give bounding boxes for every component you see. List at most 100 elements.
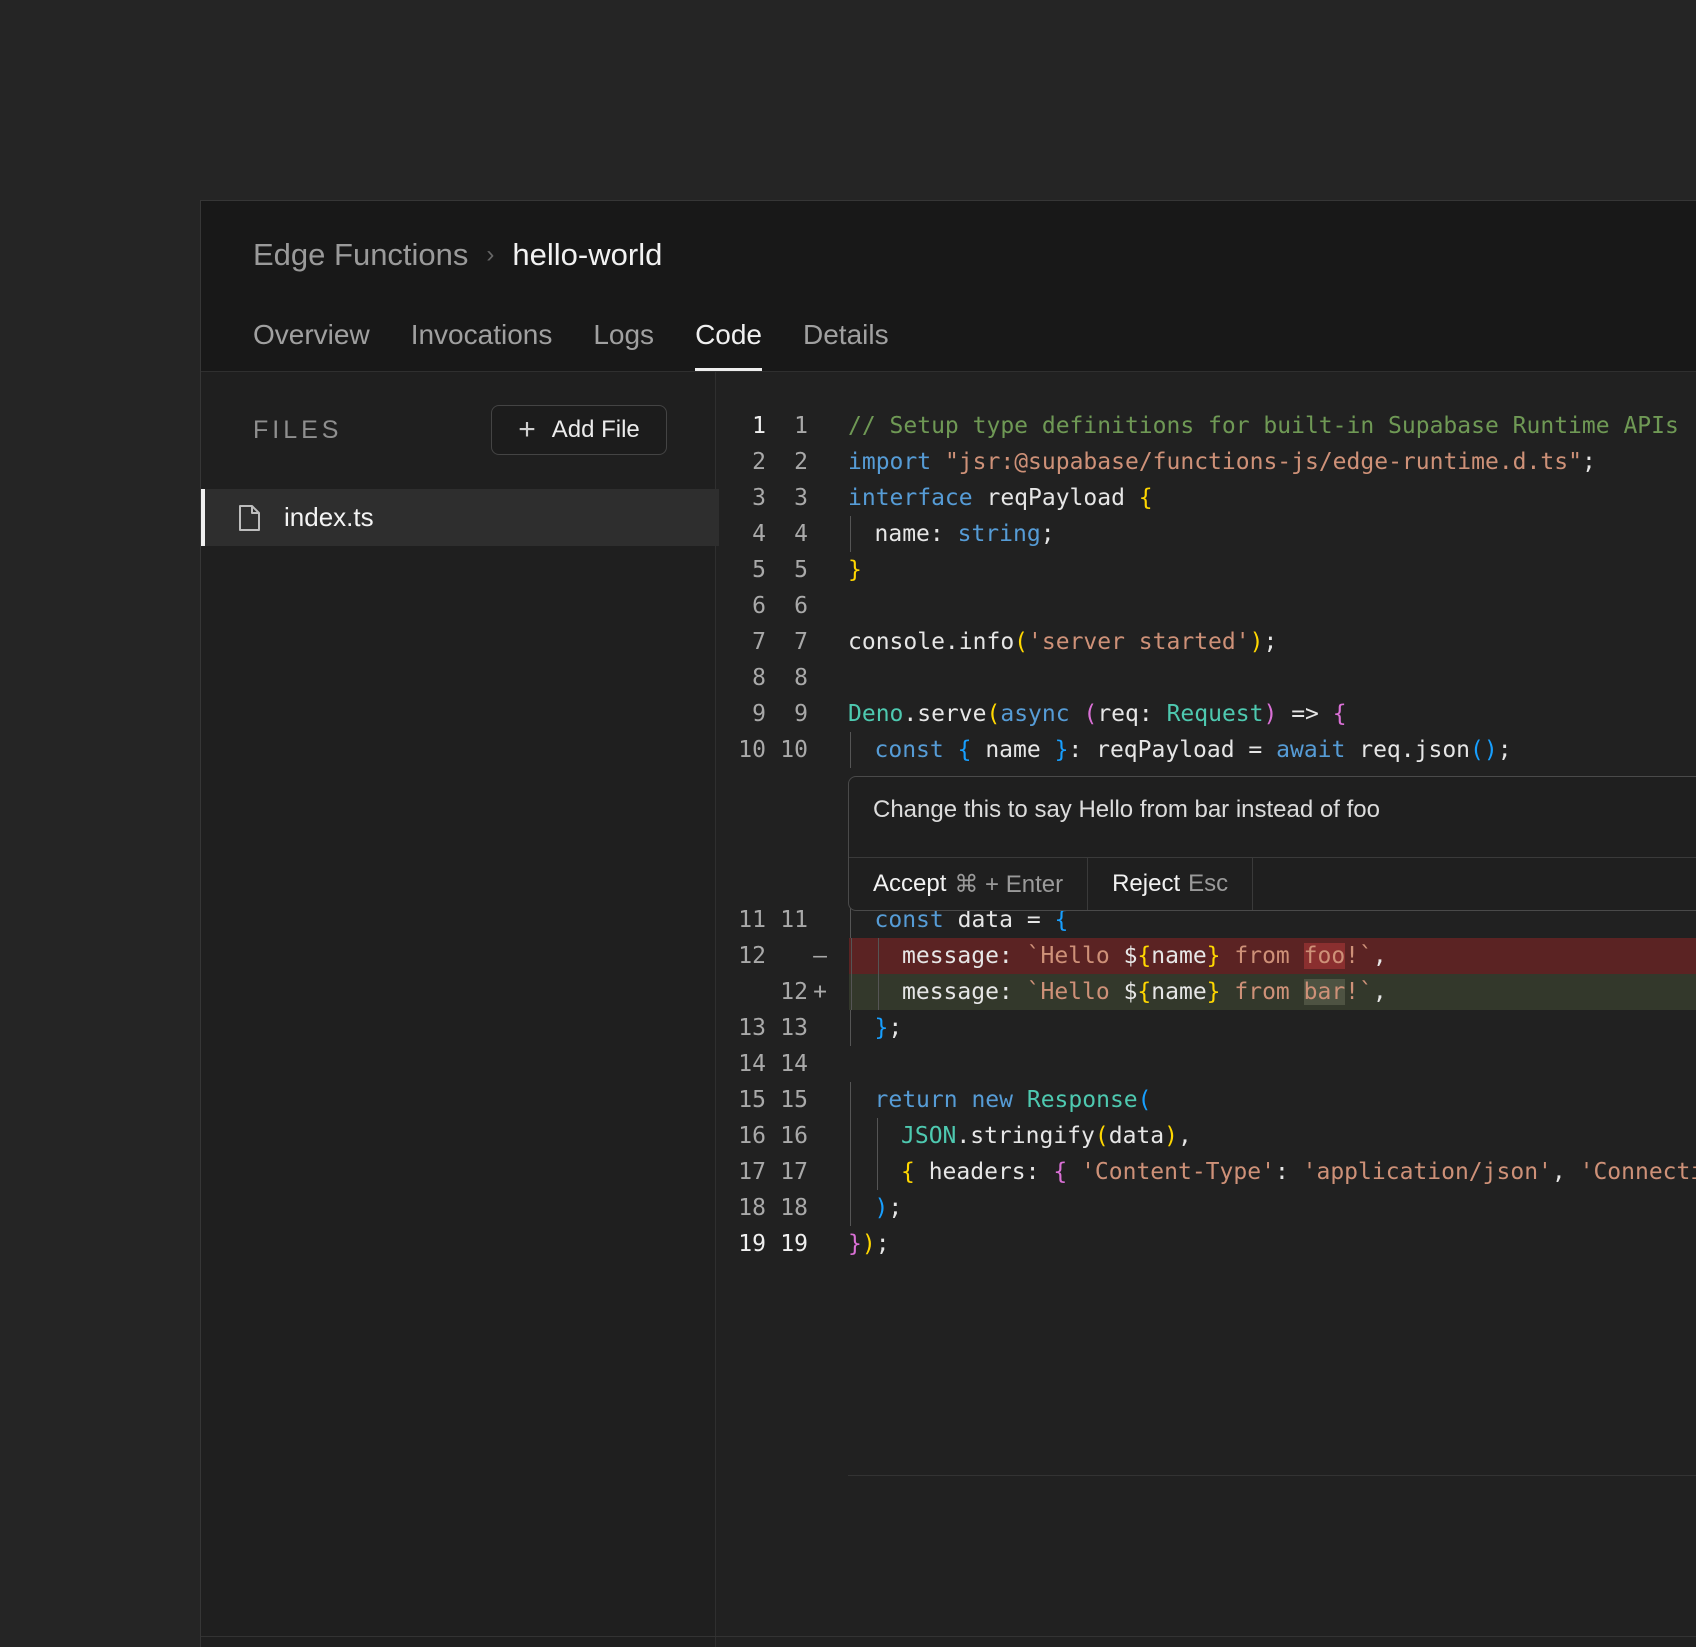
code-token: async bbox=[1000, 701, 1070, 727]
code-line[interactable]: 1 1 // Setup type definitions for built-in… bbox=[716, 408, 1696, 444]
code-token: } bbox=[1206, 979, 1221, 1005]
code-token: 'server started' bbox=[1028, 629, 1250, 655]
status-bar bbox=[201, 1636, 1696, 1647]
code-token: // Setup type definitions for built-in S… bbox=[848, 413, 1679, 439]
code-token: ; bbox=[888, 1015, 903, 1041]
code-line[interactable]: 10 10 const { name }: reqPayload = await r… bbox=[716, 732, 1696, 768]
code-token: Deno bbox=[848, 701, 904, 727]
code-token: ; bbox=[1040, 521, 1055, 547]
code-text: // Setup type definitions for built-in S… bbox=[848, 408, 1696, 444]
breadcrumb: Edge Functions › hello-world bbox=[253, 237, 662, 273]
indent-guide bbox=[877, 938, 879, 974]
ai-prompt-box: Change this to say Hello from bar instea… bbox=[848, 776, 1696, 911]
code-line[interactable]: 17 17 { headers: { 'Content-Type': 'applic… bbox=[716, 1154, 1696, 1190]
breadcrumb-parent-link[interactable]: Edge Functions bbox=[253, 237, 468, 273]
indent-guide bbox=[850, 1190, 851, 1226]
code-text: Deno.serve(async (req: Request) => { bbox=[848, 696, 1696, 732]
old-line-number: 2 bbox=[752, 449, 766, 475]
file-icon bbox=[239, 504, 260, 531]
code-token: await bbox=[1276, 737, 1346, 763]
code-text: }); bbox=[848, 1226, 1696, 1262]
code-token: 'Connection' bbox=[1579, 1159, 1696, 1185]
code-token: { bbox=[1332, 701, 1347, 727]
code-token: const bbox=[874, 737, 944, 763]
code-token: { bbox=[901, 1159, 915, 1185]
code-line[interactable]: 14 14 bbox=[716, 1046, 1696, 1082]
code-token: ; bbox=[1263, 629, 1278, 655]
reject-label: Reject bbox=[1112, 870, 1181, 897]
code-token: , bbox=[1551, 1159, 1580, 1185]
code-line[interactable]: 19 19}); bbox=[716, 1226, 1696, 1262]
code-text: interface reqPayload { bbox=[848, 480, 1696, 516]
tab-details[interactable]: Details bbox=[803, 307, 889, 371]
new-line-number: 13 bbox=[780, 1015, 808, 1041]
code-token: ( bbox=[1014, 629, 1029, 655]
code-line-added[interactable]: 12 + message: `Hello ${name} from bar!`, bbox=[716, 974, 1696, 1010]
code-token: `Hello bbox=[1026, 943, 1124, 969]
new-line-number: 4 bbox=[794, 521, 808, 547]
code-line[interactable]: 18 18); bbox=[716, 1190, 1696, 1226]
code-token: , bbox=[1372, 979, 1387, 1005]
code-token: { bbox=[957, 737, 972, 763]
code-text: JSON.stringify(data), bbox=[848, 1118, 1696, 1154]
chevron-right-icon: › bbox=[486, 241, 495, 268]
reject-shortcut: Esc bbox=[1188, 870, 1229, 897]
code-token: } bbox=[1206, 943, 1221, 969]
old-line-number: 15 bbox=[738, 1087, 766, 1113]
code-line[interactable]: 2 2 import "jsr:@supabase/functions-js/edg… bbox=[716, 444, 1696, 480]
code-token: "jsr:@supabase/functions-js/edge-runtime… bbox=[944, 449, 1582, 475]
code-token: message: bbox=[902, 979, 1027, 1005]
old-line-number: 6 bbox=[752, 593, 766, 619]
files-sidebar: FILES + Add File index.ts bbox=[201, 372, 719, 1647]
indent-guide bbox=[850, 732, 851, 768]
code-token: ) bbox=[1263, 701, 1278, 727]
new-line-number: 11 bbox=[780, 907, 808, 933]
code-token: ) bbox=[1249, 629, 1264, 655]
code-line[interactable]: 88 bbox=[716, 660, 1696, 696]
old-line-number: 12 bbox=[738, 943, 766, 969]
code-token: 'Content-Type' bbox=[1081, 1159, 1275, 1185]
page-header: Edge Functions › hello-world Overview In… bbox=[201, 201, 1696, 372]
code-line[interactable]: 7 7 console.info('server started'); bbox=[716, 624, 1696, 660]
prompt-text[interactable]: Change this to say Hello from bar instea… bbox=[873, 796, 1380, 824]
add-file-button[interactable]: + Add File bbox=[491, 405, 667, 455]
code-token: name bbox=[1151, 943, 1207, 969]
code-line[interactable]: 66 bbox=[716, 588, 1696, 624]
tab-invocations[interactable]: Invocations bbox=[411, 307, 553, 371]
new-line-number: 8 bbox=[794, 665, 808, 691]
code-token: { bbox=[1138, 485, 1153, 511]
tab-logs[interactable]: Logs bbox=[593, 307, 654, 371]
new-line-number: 15 bbox=[780, 1087, 808, 1113]
accept-button[interactable]: Accept ⌘ + Enter bbox=[849, 858, 1089, 910]
indent-guide bbox=[876, 1118, 878, 1154]
tab-code[interactable]: Code bbox=[695, 307, 762, 371]
code-token: import bbox=[848, 449, 932, 475]
code-token: string bbox=[957, 521, 1041, 547]
code-line[interactable]: 4 4 name: string; bbox=[716, 516, 1696, 552]
code-line[interactable]: 9 9 Deno.serve(async (req: Request) => { bbox=[716, 696, 1696, 732]
code-token: message: bbox=[902, 943, 1027, 969]
tab-overview[interactable]: Overview bbox=[253, 307, 370, 371]
code-token: headers: bbox=[914, 1159, 1054, 1185]
code-line[interactable]: 16 16 JSON.stringify(data), bbox=[716, 1118, 1696, 1154]
current-line-border bbox=[848, 1475, 1696, 1476]
reject-button[interactable]: Reject Esc bbox=[1088, 858, 1254, 910]
code-token: req.json bbox=[1345, 737, 1471, 763]
code-line-deleted[interactable]: 12 — message: `Hello ${name} from foo!`, bbox=[716, 938, 1696, 974]
code-token: reqPayload bbox=[972, 485, 1139, 511]
file-item-index-ts[interactable]: index.ts bbox=[201, 489, 719, 546]
code-token: name bbox=[1151, 979, 1207, 1005]
code-line[interactable]: 15 15 return new Response( bbox=[716, 1082, 1696, 1118]
plus-icon: + bbox=[518, 413, 536, 446]
diff-added-marker: + bbox=[813, 979, 827, 1005]
code-editor[interactable]: 1 1 // Setup type definitions for built-in… bbox=[716, 372, 1696, 1647]
files-heading: FILES bbox=[253, 416, 343, 444]
new-line-number: 2 bbox=[794, 449, 808, 475]
code-line[interactable]: 5 5} bbox=[716, 552, 1696, 588]
code-line[interactable]: 3 3 interface reqPayload { bbox=[716, 480, 1696, 516]
code-line[interactable]: 13 13}; bbox=[716, 1010, 1696, 1046]
code-token: , bbox=[1177, 1123, 1192, 1149]
accept-label: Accept bbox=[873, 870, 947, 897]
indent-guide bbox=[850, 1154, 851, 1190]
